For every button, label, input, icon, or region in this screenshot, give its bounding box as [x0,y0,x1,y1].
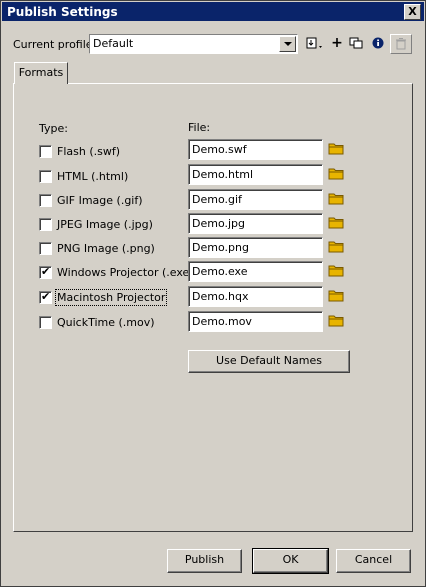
macintosh-projector-label: Macintosh Projector [54,289,168,306]
quicktime-checkbox[interactable] [39,316,52,329]
duplicate-profile-button[interactable] [347,34,365,52]
type-header: Type: [39,122,68,135]
windows-projector-checkbox[interactable] [39,265,52,279]
png-label: PNG Image (.png) [57,242,155,255]
folder-icon[interactable] [328,239,344,253]
folder-icon[interactable] [328,215,344,229]
folder-icon[interactable] [328,288,344,302]
png-checkbox[interactable] [39,242,52,255]
quicktime-file-input[interactable]: Demo.mov [188,311,323,332]
gif-label: GIF Image (.gif) [57,194,143,207]
html-file-input[interactable]: Demo.html [188,164,323,185]
add-profile-icon: + [331,35,343,51]
jpeg-file-value: Demo.jpg [192,217,246,230]
flash-checkbox[interactable] [39,145,52,158]
gif-file-value: Demo.gif [192,193,242,206]
flash-label: Flash (.swf) [57,145,121,158]
ok-button[interactable]: OK [252,548,329,574]
windows-projector-file-value: Demo.exe [192,265,248,278]
flash-file-input[interactable]: Demo.swf [188,139,323,160]
delete-profile-icon [396,38,406,50]
jpeg-label: JPEG Image (.jpg) [57,218,153,231]
jpeg-file-input[interactable]: Demo.jpg [188,213,323,234]
tab-formats-label: Formats [18,66,64,79]
folder-icon[interactable] [328,263,344,277]
gif-file-input[interactable]: Demo.gif [188,189,323,210]
file-header: File: [188,121,211,134]
import-export-button[interactable] [304,34,326,52]
html-file-value: Demo.html [192,168,254,181]
quicktime-file-value: Demo.mov [192,315,252,328]
delete-profile-button[interactable] [390,34,412,54]
folder-icon[interactable] [328,191,344,205]
use-default-names-button[interactable]: Use Default Names [188,350,350,373]
folder-icon[interactable] [328,313,344,327]
chevron-down-icon[interactable] [279,36,296,52]
add-profile-button[interactable]: + [328,34,346,52]
flash-file-value: Demo.swf [192,143,247,156]
duplicate-profile-icon [349,37,363,49]
cancel-button[interactable]: Cancel [336,549,411,573]
windows-projector-file-input[interactable]: Demo.exe [188,261,323,282]
profile-info-icon [372,37,384,49]
close-icon: X [408,5,417,18]
publish-button[interactable]: Publish [167,549,242,573]
profile-select-value: Default [93,37,134,50]
macintosh-projector-file-input[interactable]: Demo.hqx [188,286,323,307]
import-export-icon [306,37,322,49]
windows-projector-label: Windows Projector (.exe) [57,266,194,279]
png-file-input[interactable]: Demo.png [188,237,323,258]
html-label: HTML (.html) [57,170,129,183]
quicktime-label: QuickTime (.mov) [57,316,155,329]
tab-formats[interactable]: Formats [14,62,68,84]
macintosh-projector-checkbox[interactable] [39,290,52,304]
macintosh-projector-file-value: Demo.hqx [192,290,249,303]
jpeg-checkbox[interactable] [39,218,52,231]
title-bar[interactable]: Publish Settings X [2,2,424,21]
gif-checkbox[interactable] [39,194,52,207]
current-profile-label: Current profile: [13,38,97,51]
profile-select[interactable]: Default [89,34,298,54]
folder-icon[interactable] [328,166,344,180]
window-title: Publish Settings [7,5,118,19]
html-checkbox[interactable] [39,170,52,183]
png-file-value: Demo.png [192,241,249,254]
folder-icon[interactable] [328,141,344,155]
close-button[interactable]: X [404,4,421,20]
profile-info-button[interactable] [369,34,387,52]
